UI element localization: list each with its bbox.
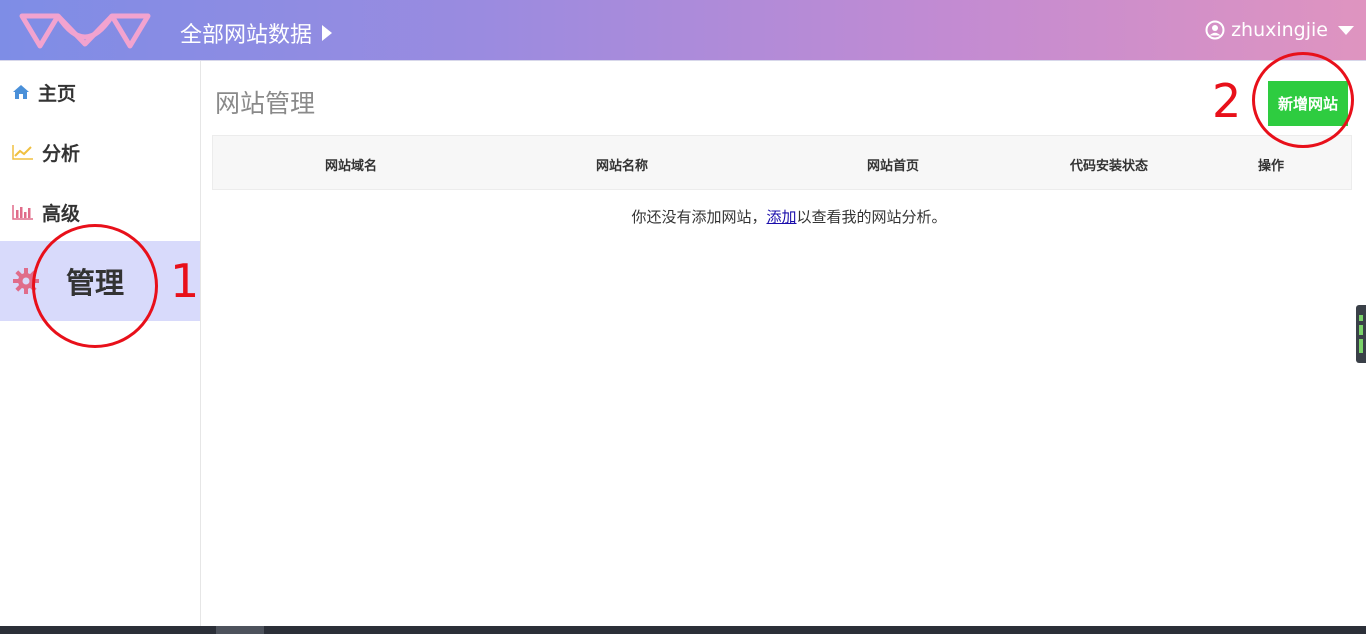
column-header-homepage: 网站首页 bbox=[866, 159, 920, 174]
sidebar-item-label: 主页 bbox=[38, 82, 77, 105]
annotation-circle-2 bbox=[1252, 52, 1354, 148]
site-selector[interactable]: 全部网站数据 bbox=[180, 17, 333, 49]
logo[interactable] bbox=[18, 10, 152, 52]
line-chart-icon bbox=[12, 145, 33, 160]
column-header-install-status: 代码安装状态 bbox=[1069, 159, 1149, 174]
add-website-link[interactable]: 添加 bbox=[766, 208, 796, 226]
table-header: 网站域名 网站名称 网站首页 代码安装状态 操作 bbox=[212, 135, 1352, 190]
column-header-domain: 网站域名 bbox=[324, 159, 378, 174]
caret-down-icon bbox=[1338, 25, 1354, 35]
top-header: 全部网站数据 zhuxingjie bbox=[0, 0, 1366, 61]
user-avatar-icon bbox=[1205, 20, 1225, 40]
user-menu[interactable]: zhuxingjie bbox=[1205, 19, 1354, 41]
sidebar-item-analysis[interactable]: 分析 bbox=[0, 122, 200, 182]
page-title: 网站管理 bbox=[215, 89, 316, 118]
triangle-right-icon bbox=[322, 25, 333, 41]
sidebar-item-label: 分析 bbox=[42, 142, 81, 165]
site-selector-label: 全部网站数据 bbox=[180, 23, 313, 48]
column-header-site-name: 网站名称 bbox=[595, 159, 649, 174]
taskbar-button[interactable] bbox=[216, 626, 264, 634]
username: zhuxingjie bbox=[1231, 19, 1328, 41]
empty-state-message: 你还没有添加网站，添加以查看我的网站分析。 bbox=[631, 208, 947, 226]
annotation-number-1: 1 bbox=[170, 254, 200, 308]
annotation-circle-1 bbox=[32, 224, 158, 348]
home-icon bbox=[13, 85, 29, 99]
side-dock-widget[interactable] bbox=[1356, 305, 1366, 363]
column-header-actions: 操作 bbox=[1257, 159, 1285, 174]
annotation-number-2: 2 bbox=[1212, 74, 1242, 128]
taskbar bbox=[0, 626, 1366, 634]
sidebar-item-home[interactable]: 主页 bbox=[0, 62, 200, 122]
